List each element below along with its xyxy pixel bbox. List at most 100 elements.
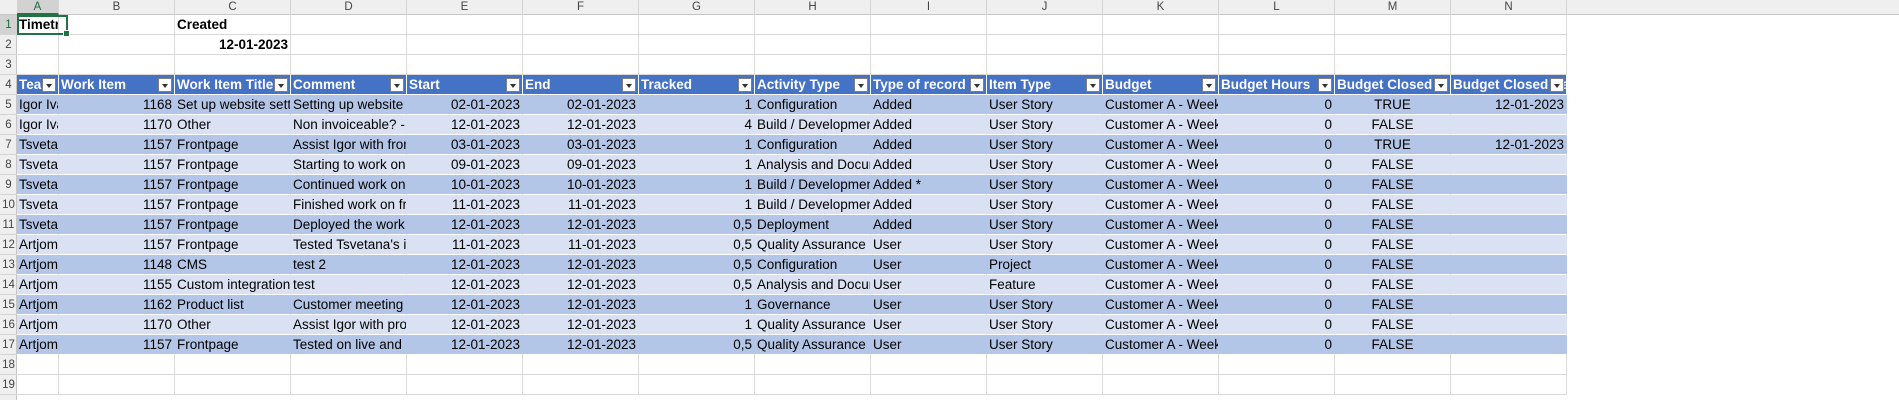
table-row-6-cell-k[interactable]: Customer A - Week 2	[1103, 195, 1219, 215]
table-row-9-cell-e[interactable]: 12-01-2023	[407, 255, 523, 275]
table-row-9-cell-j[interactable]: Project	[987, 255, 1103, 275]
table-row-1-cell-a[interactable]: Igor Ivan	[17, 95, 59, 115]
row-header-5[interactable]: 5	[0, 95, 17, 115]
cell-l19[interactable]	[1219, 375, 1335, 395]
table-row-6-cell-f[interactable]: 11-01-2023	[523, 195, 639, 215]
table-row-4-cell-g[interactable]: 1	[639, 155, 755, 175]
cell-h18[interactable]	[755, 355, 871, 375]
row-header-13[interactable]: 13	[0, 255, 17, 275]
row-header-15[interactable]: 15	[0, 295, 17, 315]
table-row-13-cell-h[interactable]: Quality Assurance	[755, 335, 871, 355]
table-row-10-cell-a[interactable]: Artjom I	[17, 275, 59, 295]
column-header-b[interactable]: B	[59, 0, 175, 15]
cell-e18[interactable]	[407, 355, 523, 375]
cell-d3[interactable]	[291, 55, 407, 75]
table-row-11-cell-i[interactable]: User	[871, 295, 987, 315]
table-row-8-cell-k[interactable]: Customer A - Week 2	[1103, 235, 1219, 255]
column-header-j[interactable]: J	[987, 0, 1103, 15]
table-row-8-cell-j[interactable]: User Story	[987, 235, 1103, 255]
row-header-9[interactable]: 9	[0, 175, 17, 195]
table-row-13-cell-d[interactable]: Tested on live and info	[291, 335, 407, 355]
table-row-11-cell-n[interactable]	[1451, 295, 1567, 315]
row-header-1[interactable]: 1	[0, 15, 17, 35]
row-header-11[interactable]: 11	[0, 215, 17, 235]
table-row-6-cell-g[interactable]: 1	[639, 195, 755, 215]
table-row-12-cell-d[interactable]: Assist Igor with proble	[291, 315, 407, 335]
table-row-11-cell-f[interactable]: 12-01-2023	[523, 295, 639, 315]
table-row-3-cell-g[interactable]: 1	[639, 135, 755, 155]
filter-dropdown-icon[interactable]	[970, 78, 984, 92]
cell-e3[interactable]	[407, 55, 523, 75]
table-row-4-cell-f[interactable]: 09-01-2023	[523, 155, 639, 175]
table-row-2-cell-k[interactable]: Customer A - Week 2	[1103, 115, 1219, 135]
cell-l2[interactable]	[1219, 35, 1335, 55]
table-row-3-cell-c[interactable]: Frontpage	[175, 135, 291, 155]
cell-m2[interactable]	[1335, 35, 1451, 55]
table-header-budget-hours[interactable]: Budget Hours	[1219, 75, 1335, 95]
table-row-7-cell-b[interactable]: 1157	[59, 215, 175, 235]
cell-m3[interactable]	[1335, 55, 1451, 75]
cell-i18[interactable]	[871, 355, 987, 375]
table-row-9-cell-n[interactable]	[1451, 255, 1567, 275]
table-row-8-cell-n[interactable]	[1451, 235, 1567, 255]
table-row-1-cell-l[interactable]: 0	[1219, 95, 1335, 115]
table-row-7-cell-i[interactable]: Added	[871, 215, 987, 235]
cell-a3[interactable]	[17, 55, 59, 75]
filter-dropdown-icon[interactable]	[1434, 78, 1448, 92]
row-header-17[interactable]: 17	[0, 335, 17, 355]
row-header-16[interactable]: 16	[0, 315, 17, 335]
table-row-5-cell-n[interactable]	[1451, 175, 1567, 195]
column-header-c[interactable]: C	[175, 0, 291, 15]
cell-k1[interactable]	[1103, 15, 1219, 35]
cell-j1[interactable]	[987, 15, 1103, 35]
row-header-6[interactable]: 6	[0, 115, 17, 135]
table-row-12-cell-k[interactable]: Customer A - Week 2	[1103, 315, 1219, 335]
filter-dropdown-icon[interactable]	[390, 78, 404, 92]
cell-e1[interactable]	[407, 15, 523, 35]
table-row-5-cell-f[interactable]: 10-01-2023	[523, 175, 639, 195]
table-row-6-cell-b[interactable]: 1157	[59, 195, 175, 215]
table-row-4-cell-n[interactable]	[1451, 155, 1567, 175]
table-row-8-cell-e[interactable]: 11-01-2023	[407, 235, 523, 255]
cell-d2[interactable]	[291, 35, 407, 55]
cell-k19[interactable]	[1103, 375, 1219, 395]
cell-a2[interactable]	[17, 35, 59, 55]
table-row-7-cell-e[interactable]: 12-01-2023	[407, 215, 523, 235]
table-row-8-cell-m[interactable]: FALSE	[1335, 235, 1451, 255]
table-row-12-cell-g[interactable]: 1	[639, 315, 755, 335]
table-row-1-cell-c[interactable]: Set up website setting	[175, 95, 291, 115]
cell-j3[interactable]	[987, 55, 1103, 75]
cell-i1[interactable]	[871, 15, 987, 35]
table-header-budget[interactable]: Budget	[1103, 75, 1219, 95]
table-row-8-cell-d[interactable]: Tested Tsvetana's imp	[291, 235, 407, 255]
table-row-6-cell-h[interactable]: Build / Development	[755, 195, 871, 215]
table-row-2-cell-a[interactable]: Igor Ivan	[17, 115, 59, 135]
table-row-8-cell-a[interactable]: Artjom I	[17, 235, 59, 255]
table-row-11-cell-c[interactable]: Product list	[175, 295, 291, 315]
table-row-11-cell-j[interactable]: User Story	[987, 295, 1103, 315]
table-row-10-cell-l[interactable]: 0	[1219, 275, 1335, 295]
table-row-5-cell-g[interactable]: 1	[639, 175, 755, 195]
report-title-cell[interactable]: Timetracker Report	[17, 15, 59, 35]
table-row-9-cell-g[interactable]: 0,5	[639, 255, 755, 275]
cell-m1[interactable]	[1335, 15, 1451, 35]
cell-b18[interactable]	[59, 355, 175, 375]
table-row-11-cell-e[interactable]: 12-01-2023	[407, 295, 523, 315]
table-row-2-cell-i[interactable]: Added	[871, 115, 987, 135]
column-header-l[interactable]: L	[1219, 0, 1335, 15]
table-row-7-cell-k[interactable]: Customer A - Week 2	[1103, 215, 1219, 235]
table-row-13-cell-a[interactable]: Artjom I	[17, 335, 59, 355]
table-row-9-cell-h[interactable]: Configuration	[755, 255, 871, 275]
cell-h1[interactable]	[755, 15, 871, 35]
column-header-f[interactable]: F	[523, 0, 639, 15]
table-row-10-cell-g[interactable]: 0,5	[639, 275, 755, 295]
row-header-19[interactable]: 19	[0, 375, 17, 395]
table-row-11-cell-h[interactable]: Governance	[755, 295, 871, 315]
table-row-2-cell-c[interactable]: Other	[175, 115, 291, 135]
cell-j18[interactable]	[987, 355, 1103, 375]
column-header-n[interactable]: N	[1451, 0, 1567, 15]
table-row-12-cell-m[interactable]: FALSE	[1335, 315, 1451, 335]
cell-n3[interactable]	[1451, 55, 1567, 75]
table-row-7-cell-h[interactable]: Deployment	[755, 215, 871, 235]
table-row-10-cell-c[interactable]: Custom integration	[175, 275, 291, 295]
